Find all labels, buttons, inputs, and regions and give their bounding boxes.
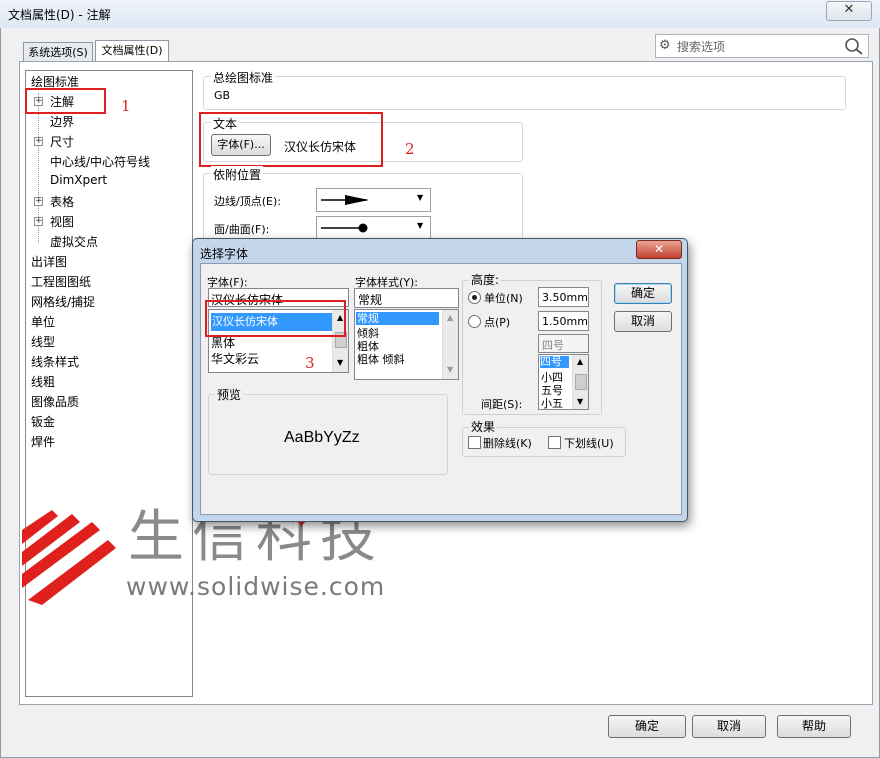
list-item[interactable]: 常规 bbox=[356, 312, 439, 325]
attach-group-label: 依附位置 bbox=[211, 166, 264, 183]
unit-radio-label[interactable]: 单位(N) bbox=[484, 290, 523, 306]
tree-item-sheet-metal[interactable]: 钣金 bbox=[31, 413, 55, 430]
chevron-down-icon: ▼ bbox=[417, 221, 424, 230]
point-radio-label[interactable]: 点(P) bbox=[484, 314, 510, 330]
unit-radio[interactable] bbox=[468, 291, 481, 304]
scroll-down-icon[interactable]: ▼ bbox=[337, 358, 343, 367]
face-arrow-select[interactable]: ▼ bbox=[316, 216, 431, 240]
tree-item-views[interactable]: 视图 bbox=[50, 213, 74, 230]
scrollbar[interactable]: ▲ ▼ bbox=[572, 355, 588, 409]
size-input: 四号 bbox=[538, 334, 589, 353]
chevron-down-icon: ▼ bbox=[417, 193, 424, 202]
list-item[interactable]: 小五 bbox=[541, 395, 563, 409]
list-item[interactable]: 华文彩云 bbox=[211, 350, 259, 367]
point-height-input[interactable]: 1.50mm bbox=[538, 311, 589, 331]
font-style-input-text: 常规 bbox=[358, 293, 383, 307]
strikeout-label[interactable]: 删除线(K) bbox=[483, 435, 532, 451]
unit-height-input[interactable]: 3.50mm bbox=[538, 287, 589, 307]
size-input-value: 四号 bbox=[542, 339, 564, 352]
point-height-value: 1.50mm bbox=[542, 315, 588, 328]
expand-icon[interactable]: + bbox=[34, 137, 43, 146]
font-style-input[interactable]: 常规 bbox=[354, 288, 459, 308]
ok-button[interactable]: 确定 bbox=[608, 715, 686, 738]
tree-item-tables[interactable]: 表格 bbox=[50, 193, 74, 210]
tree-item-dimxpert[interactable]: DimXpert bbox=[50, 173, 107, 187]
overall-standard-group bbox=[203, 76, 846, 110]
tree-item-line-font[interactable]: 线型 bbox=[31, 333, 55, 350]
preview-text: AaBbYyZz bbox=[284, 429, 360, 446]
tree-item-dimensions[interactable]: 尺寸 bbox=[50, 133, 74, 150]
font-dialog-close-button[interactable]: ✕ bbox=[636, 240, 682, 259]
tree-item-units[interactable]: 单位 bbox=[31, 313, 55, 330]
annotation-highlight-3 bbox=[205, 300, 346, 337]
window-title: 文档属性(D) - 注解 bbox=[8, 8, 111, 22]
font-dialog-title: 选择字体 bbox=[200, 247, 249, 261]
tree-item-line-style[interactable]: 线条样式 bbox=[31, 353, 79, 370]
help-button[interactable]: 帮助 bbox=[777, 715, 851, 738]
tree-item-weldments[interactable]: 焊件 bbox=[31, 433, 55, 450]
underline-checkbox[interactable] bbox=[548, 436, 561, 449]
font-cancel-button[interactable]: 取消 bbox=[614, 311, 672, 332]
list-item[interactable]: 粗体 倾斜 bbox=[357, 351, 405, 367]
tree-item-virtual-sharps[interactable]: 虚拟交点 bbox=[50, 233, 98, 250]
spacing-label: 间距(S): bbox=[481, 398, 523, 411]
font-ok-button[interactable]: 确定 bbox=[614, 283, 672, 304]
gear-icon: ⚙ bbox=[659, 38, 671, 53]
tree-item-border[interactable]: 边界 bbox=[50, 113, 74, 130]
search-input[interactable]: 搜索选项 bbox=[677, 38, 725, 55]
edge-vertex-label: 边线/顶点(E): bbox=[214, 195, 281, 208]
tree-item-line-thickness[interactable]: 线粗 bbox=[31, 373, 55, 390]
window-close-button[interactable]: ✕ bbox=[826, 1, 872, 21]
annotation-highlight-2 bbox=[199, 112, 383, 167]
strikeout-checkbox[interactable] bbox=[468, 436, 481, 449]
edge-arrow-select[interactable]: ▼ bbox=[316, 188, 431, 212]
search-icon[interactable] bbox=[844, 37, 864, 55]
scroll-down-icon[interactable]: ▼ bbox=[447, 365, 453, 374]
face-surface-label: 面/曲面(F): bbox=[214, 223, 270, 236]
font-style-list[interactable]: 常规 倾斜 粗体 粗体 倾斜 ▲ ▼ bbox=[354, 309, 459, 380]
annotation-number-3: 3 bbox=[305, 354, 315, 372]
tree-item-drawing-sheets[interactable]: 工程图图纸 bbox=[31, 273, 91, 290]
size-list[interactable]: 四号 小四 五号 小五 ▲ ▼ bbox=[538, 354, 589, 410]
company-url: www.solidwise.com bbox=[126, 572, 386, 601]
height-label: 高度: bbox=[469, 271, 502, 288]
tab-system-options[interactable]: 系统选项(S) bbox=[23, 42, 93, 63]
dot-arrow-icon bbox=[321, 223, 368, 233]
annotation-highlight-1 bbox=[25, 88, 106, 114]
tab-document-properties[interactable]: 文档属性(D) bbox=[95, 40, 169, 63]
point-radio[interactable] bbox=[468, 315, 481, 328]
annotation-number-2: 2 bbox=[405, 140, 415, 158]
filled-arrow-icon bbox=[321, 195, 369, 205]
preview-label: 预览 bbox=[215, 386, 244, 403]
company-logo bbox=[22, 510, 116, 605]
search-box[interactable]: ⚙ 搜索选项 bbox=[655, 34, 869, 58]
list-item[interactable]: 四号 bbox=[540, 356, 569, 368]
unit-height-value: 3.50mm bbox=[542, 291, 588, 304]
annotation-number-1: 1 bbox=[121, 97, 131, 115]
title-bar bbox=[0, 0, 880, 28]
scrollbar[interactable]: ▲ ▼ bbox=[442, 310, 458, 379]
overall-standard-value[interactable]: GB bbox=[214, 89, 230, 102]
scroll-up-icon[interactable]: ▲ bbox=[447, 313, 453, 322]
effects-label: 效果 bbox=[469, 418, 498, 435]
tree-item-centerlines[interactable]: 中心线/中心符号线 bbox=[50, 153, 150, 170]
expand-icon[interactable]: + bbox=[34, 197, 43, 206]
scrollbar-thumb[interactable] bbox=[575, 374, 587, 390]
tree-item-image-quality[interactable]: 图像品质 bbox=[31, 393, 79, 410]
tree-item-detailing[interactable]: 出详图 bbox=[31, 253, 67, 270]
overall-standard-label: 总绘图标准 bbox=[211, 69, 276, 86]
cancel-button[interactable]: 取消 bbox=[692, 715, 766, 738]
scroll-down-icon[interactable]: ▼ bbox=[577, 397, 583, 406]
scroll-up-icon[interactable]: ▲ bbox=[577, 357, 583, 366]
underline-label[interactable]: 下划线(U) bbox=[564, 435, 614, 451]
expand-icon[interactable]: + bbox=[34, 217, 43, 226]
tree-item-grid-snap[interactable]: 网格线/捕捉 bbox=[31, 293, 95, 310]
